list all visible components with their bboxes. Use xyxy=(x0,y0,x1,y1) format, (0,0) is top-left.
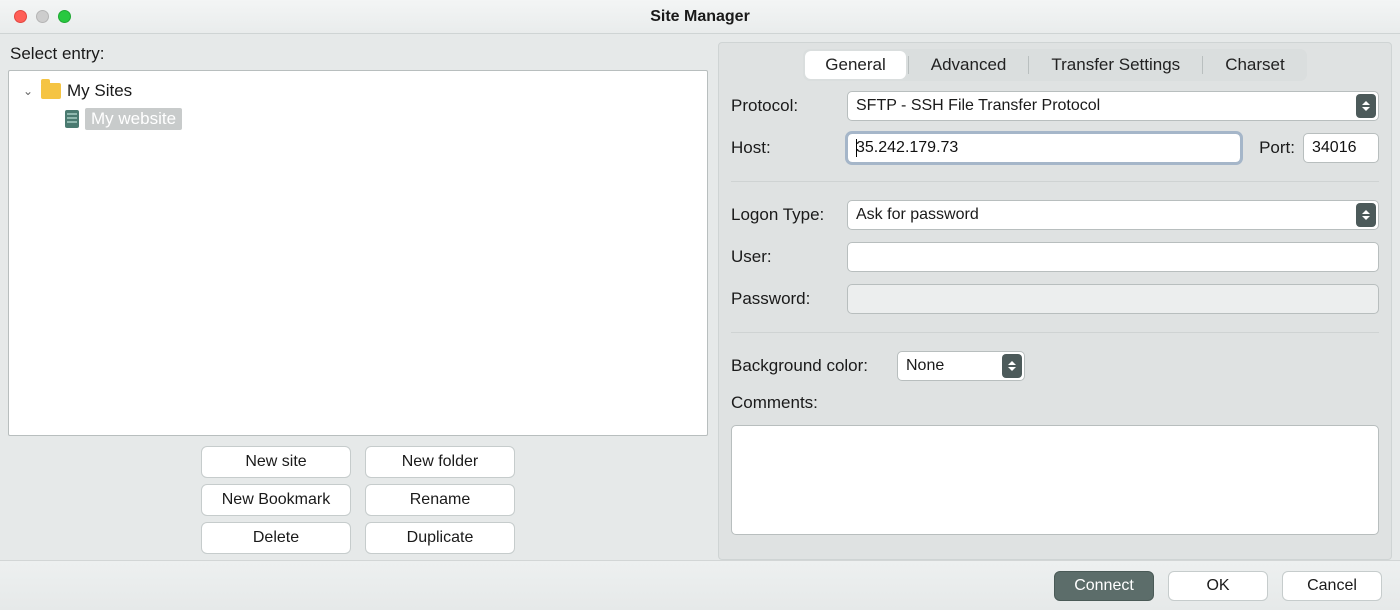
minimize-window-icon xyxy=(36,10,49,23)
protocol-select[interactable]: SFTP - SSH File Transfer Protocol xyxy=(847,91,1379,121)
logon-type-label: Logon Type: xyxy=(731,205,839,225)
window-controls xyxy=(0,10,71,23)
site-tree[interactable]: ⌄ My Sites My website xyxy=(8,70,708,436)
tab-separator xyxy=(1028,56,1029,74)
delete-button[interactable]: Delete xyxy=(201,522,351,554)
divider xyxy=(731,181,1379,182)
comments-textarea[interactable] xyxy=(731,425,1379,535)
updown-arrows-icon xyxy=(1356,203,1376,227)
connect-button[interactable]: Connect xyxy=(1054,571,1154,601)
new-bookmark-button[interactable]: New Bookmark xyxy=(201,484,351,516)
user-label: User: xyxy=(731,247,839,267)
dialog-footer: Connect OK Cancel xyxy=(0,560,1400,610)
port-input[interactable]: 34016 xyxy=(1303,133,1379,163)
tab-charset[interactable]: Charset xyxy=(1205,51,1305,79)
window-title: Site Manager xyxy=(0,8,1400,26)
select-entry-label: Select entry: xyxy=(10,44,708,64)
duplicate-button[interactable]: Duplicate xyxy=(365,522,515,554)
maximize-window-icon[interactable] xyxy=(58,10,71,23)
host-value: 35.242.179.73 xyxy=(856,139,958,157)
host-input[interactable]: 35.242.179.73 xyxy=(847,133,1241,163)
bgcolor-label: Background color: xyxy=(731,356,889,376)
text-caret xyxy=(856,139,857,157)
port-value: 34016 xyxy=(1312,139,1357,157)
password-input xyxy=(847,284,1379,314)
new-folder-button[interactable]: New folder xyxy=(365,446,515,478)
chevron-down-icon[interactable]: ⌄ xyxy=(21,84,35,98)
rename-button[interactable]: Rename xyxy=(365,484,515,516)
password-label: Password: xyxy=(731,289,839,309)
host-label: Host: xyxy=(731,138,839,158)
new-site-button[interactable]: New site xyxy=(201,446,351,478)
divider xyxy=(731,332,1379,333)
logon-type-select[interactable]: Ask for password xyxy=(847,200,1379,230)
updown-arrows-icon xyxy=(1356,94,1376,118)
title-bar: Site Manager xyxy=(0,0,1400,34)
updown-arrows-icon xyxy=(1002,354,1022,378)
tree-folder-row[interactable]: ⌄ My Sites xyxy=(9,77,707,105)
folder-icon xyxy=(41,83,61,99)
ok-button[interactable]: OK xyxy=(1168,571,1268,601)
server-icon xyxy=(65,110,79,128)
comments-label: Comments: xyxy=(731,393,839,413)
bgcolor-value: None xyxy=(906,357,944,375)
tab-transfer[interactable]: Transfer Settings xyxy=(1031,51,1200,79)
tab-advanced[interactable]: Advanced xyxy=(911,51,1027,79)
tab-separator xyxy=(1202,56,1203,74)
close-window-icon[interactable] xyxy=(14,10,27,23)
tab-general[interactable]: General xyxy=(805,51,905,79)
cancel-button[interactable]: Cancel xyxy=(1282,571,1382,601)
tree-site-row[interactable]: My website xyxy=(9,105,707,133)
port-label: Port: xyxy=(1259,138,1295,158)
tree-site-label: My website xyxy=(85,108,182,130)
tab-separator xyxy=(908,56,909,74)
tab-bar: General Advanced Transfer Settings Chars… xyxy=(719,43,1391,83)
user-input[interactable] xyxy=(847,242,1379,272)
protocol-value: SFTP - SSH File Transfer Protocol xyxy=(856,97,1100,115)
logon-type-value: Ask for password xyxy=(856,206,979,224)
bgcolor-select[interactable]: None xyxy=(897,351,1025,381)
tree-folder-label: My Sites xyxy=(67,81,132,101)
protocol-label: Protocol: xyxy=(731,96,839,116)
